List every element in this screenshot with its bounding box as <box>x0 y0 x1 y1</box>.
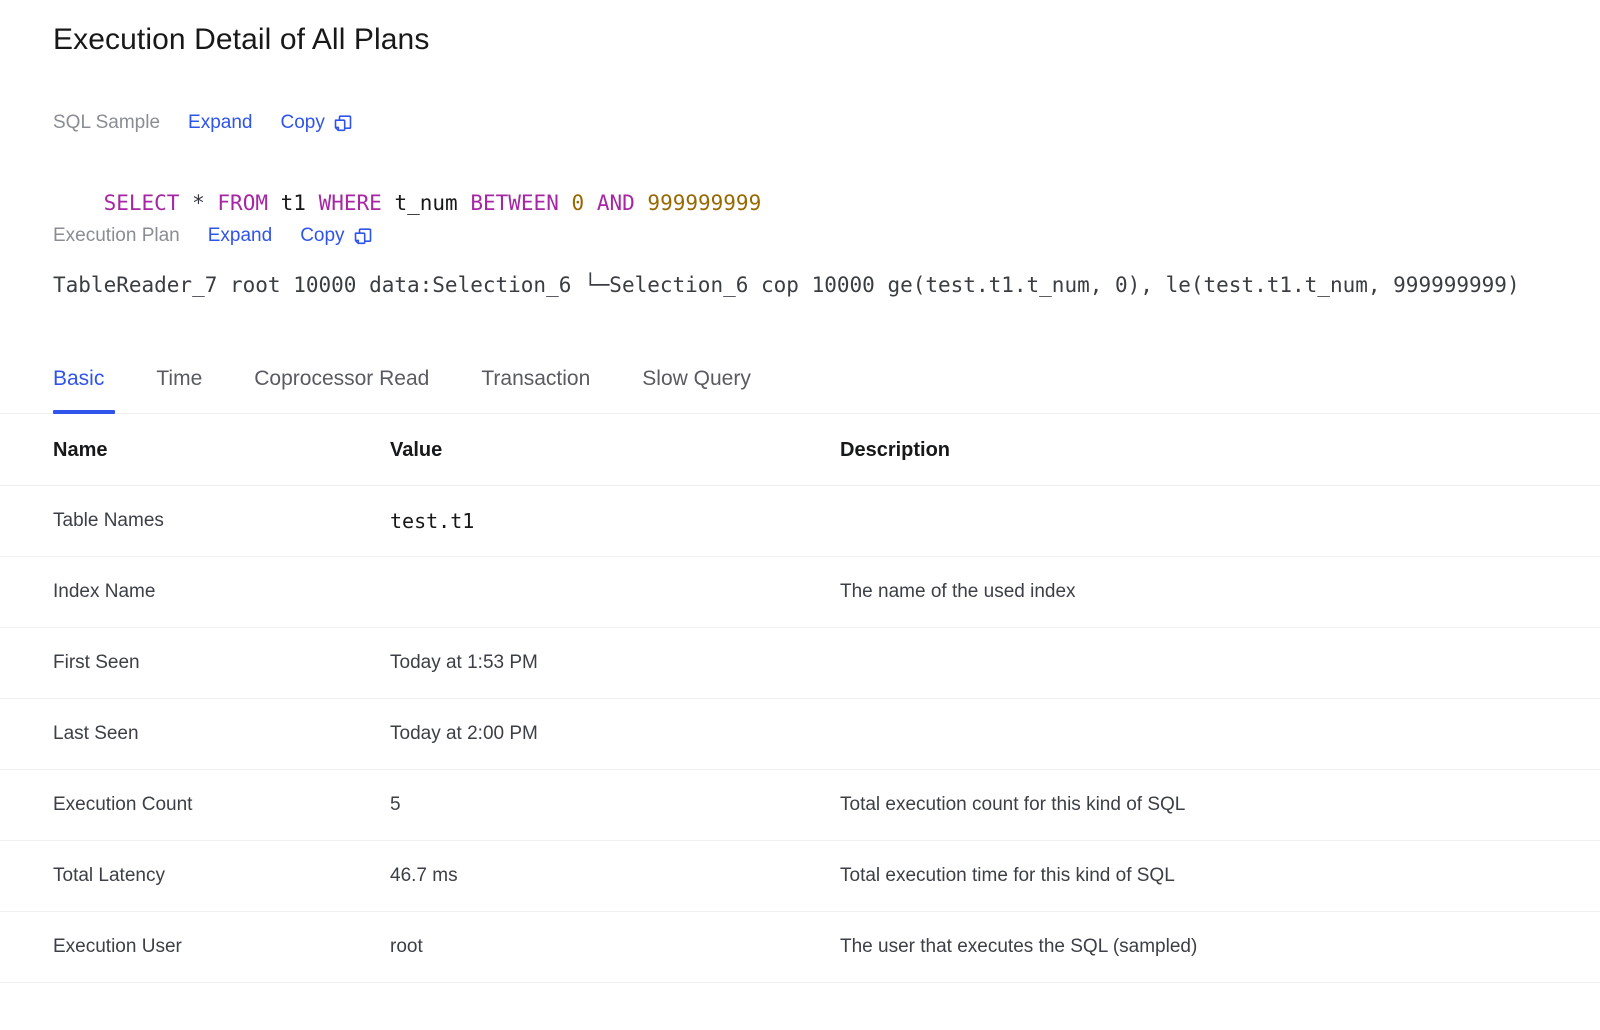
column-header-description: Description <box>840 437 1600 463</box>
tab-transaction[interactable]: Transaction <box>481 365 590 395</box>
row-value: test.t1 <box>390 508 840 534</box>
page-title: Execution Detail of All Plans <box>53 20 429 60</box>
row-description: The user that executes the SQL (sampled) <box>840 934 1600 960</box>
row-value: 46.7 ms <box>390 863 840 889</box>
row-name: Table Names <box>0 508 390 534</box>
copy-icon <box>334 115 352 133</box>
sql-sample-copy-label: Copy <box>280 110 324 136</box>
sql-sample-label: SQL Sample <box>53 110 160 136</box>
execution-plan-copy-label: Copy <box>300 223 344 249</box>
sql-sample-header: SQL Sample Expand Copy <box>53 110 352 136</box>
sql-token-from: FROM <box>217 191 268 215</box>
row-value: root <box>390 934 840 960</box>
tab-slow-query[interactable]: Slow Query <box>642 365 751 395</box>
tab-coprocessor-read[interactable]: Coprocessor Read <box>254 365 429 395</box>
sql-sample-copy-link[interactable]: Copy <box>280 110 351 136</box>
execution-plan-expand-link[interactable]: Expand <box>208 223 272 249</box>
sql-token-between: BETWEEN <box>470 191 559 215</box>
table-row[interactable]: Total Latency 46.7 ms Total execution ti… <box>0 841 1600 912</box>
row-name: Index Name <box>0 579 390 605</box>
column-header-value: Value <box>390 437 840 463</box>
tab-bar: Basic Time Coprocessor Read Transaction … <box>0 348 1600 414</box>
active-tab-indicator <box>53 410 115 414</box>
table-row[interactable]: Execution User root The user that execut… <box>0 912 1600 983</box>
tab-time[interactable]: Time <box>156 365 202 395</box>
table-row[interactable]: Last Seen Today at 2:00 PM <box>0 699 1600 770</box>
sql-token-column: t_num <box>394 191 457 215</box>
sql-token-where: WHERE <box>319 191 382 215</box>
sql-token-table: t1 <box>281 191 306 215</box>
detail-table: Name Value Description Table Names test.… <box>0 415 1600 983</box>
sql-token-select: SELECT <box>104 191 180 215</box>
execution-detail-page: Execution Detail of All Plans SQL Sample… <box>0 0 1600 1030</box>
execution-plan-header: Execution Plan Expand Copy <box>53 223 372 249</box>
row-description: Total execution count for this kind of S… <box>840 792 1600 818</box>
tab-basic[interactable]: Basic <box>53 365 104 395</box>
row-name: Execution User <box>0 934 390 960</box>
table-row[interactable]: Execution Count 5 Total execution count … <box>0 770 1600 841</box>
row-description: The name of the used index <box>840 579 1600 605</box>
row-name: First Seen <box>0 650 390 676</box>
tab-list: Basic Time Coprocessor Read Transaction … <box>53 348 803 412</box>
execution-plan-copy-link[interactable]: Copy <box>300 223 371 249</box>
row-name: Last Seen <box>0 721 390 747</box>
sql-token-and: AND <box>597 191 635 215</box>
table-row[interactable]: First Seen Today at 1:53 PM <box>0 628 1600 699</box>
table-header-row: Name Value Description <box>0 415 1600 486</box>
row-description: Total execution time for this kind of SQ… <box>840 863 1600 889</box>
row-name: Total Latency <box>0 863 390 889</box>
row-value: Today at 1:53 PM <box>390 650 840 676</box>
execution-plan-text: TableReader_7 root 10000 data:Selection_… <box>53 270 1600 300</box>
row-value: Today at 2:00 PM <box>390 721 840 747</box>
sql-token-low: 0 <box>572 191 585 215</box>
sql-token-star: * <box>192 191 205 215</box>
execution-plan-label: Execution Plan <box>53 223 180 249</box>
copy-icon <box>354 228 372 246</box>
sql-sample-expand-link[interactable]: Expand <box>188 110 252 136</box>
table-row[interactable]: Index Name The name of the used index <box>0 557 1600 628</box>
row-value: 5 <box>390 792 840 818</box>
column-header-name: Name <box>0 437 390 463</box>
sql-token-high: 999999999 <box>647 191 761 215</box>
table-row[interactable]: Table Names test.t1 <box>0 486 1600 557</box>
row-name: Execution Count <box>0 792 390 818</box>
